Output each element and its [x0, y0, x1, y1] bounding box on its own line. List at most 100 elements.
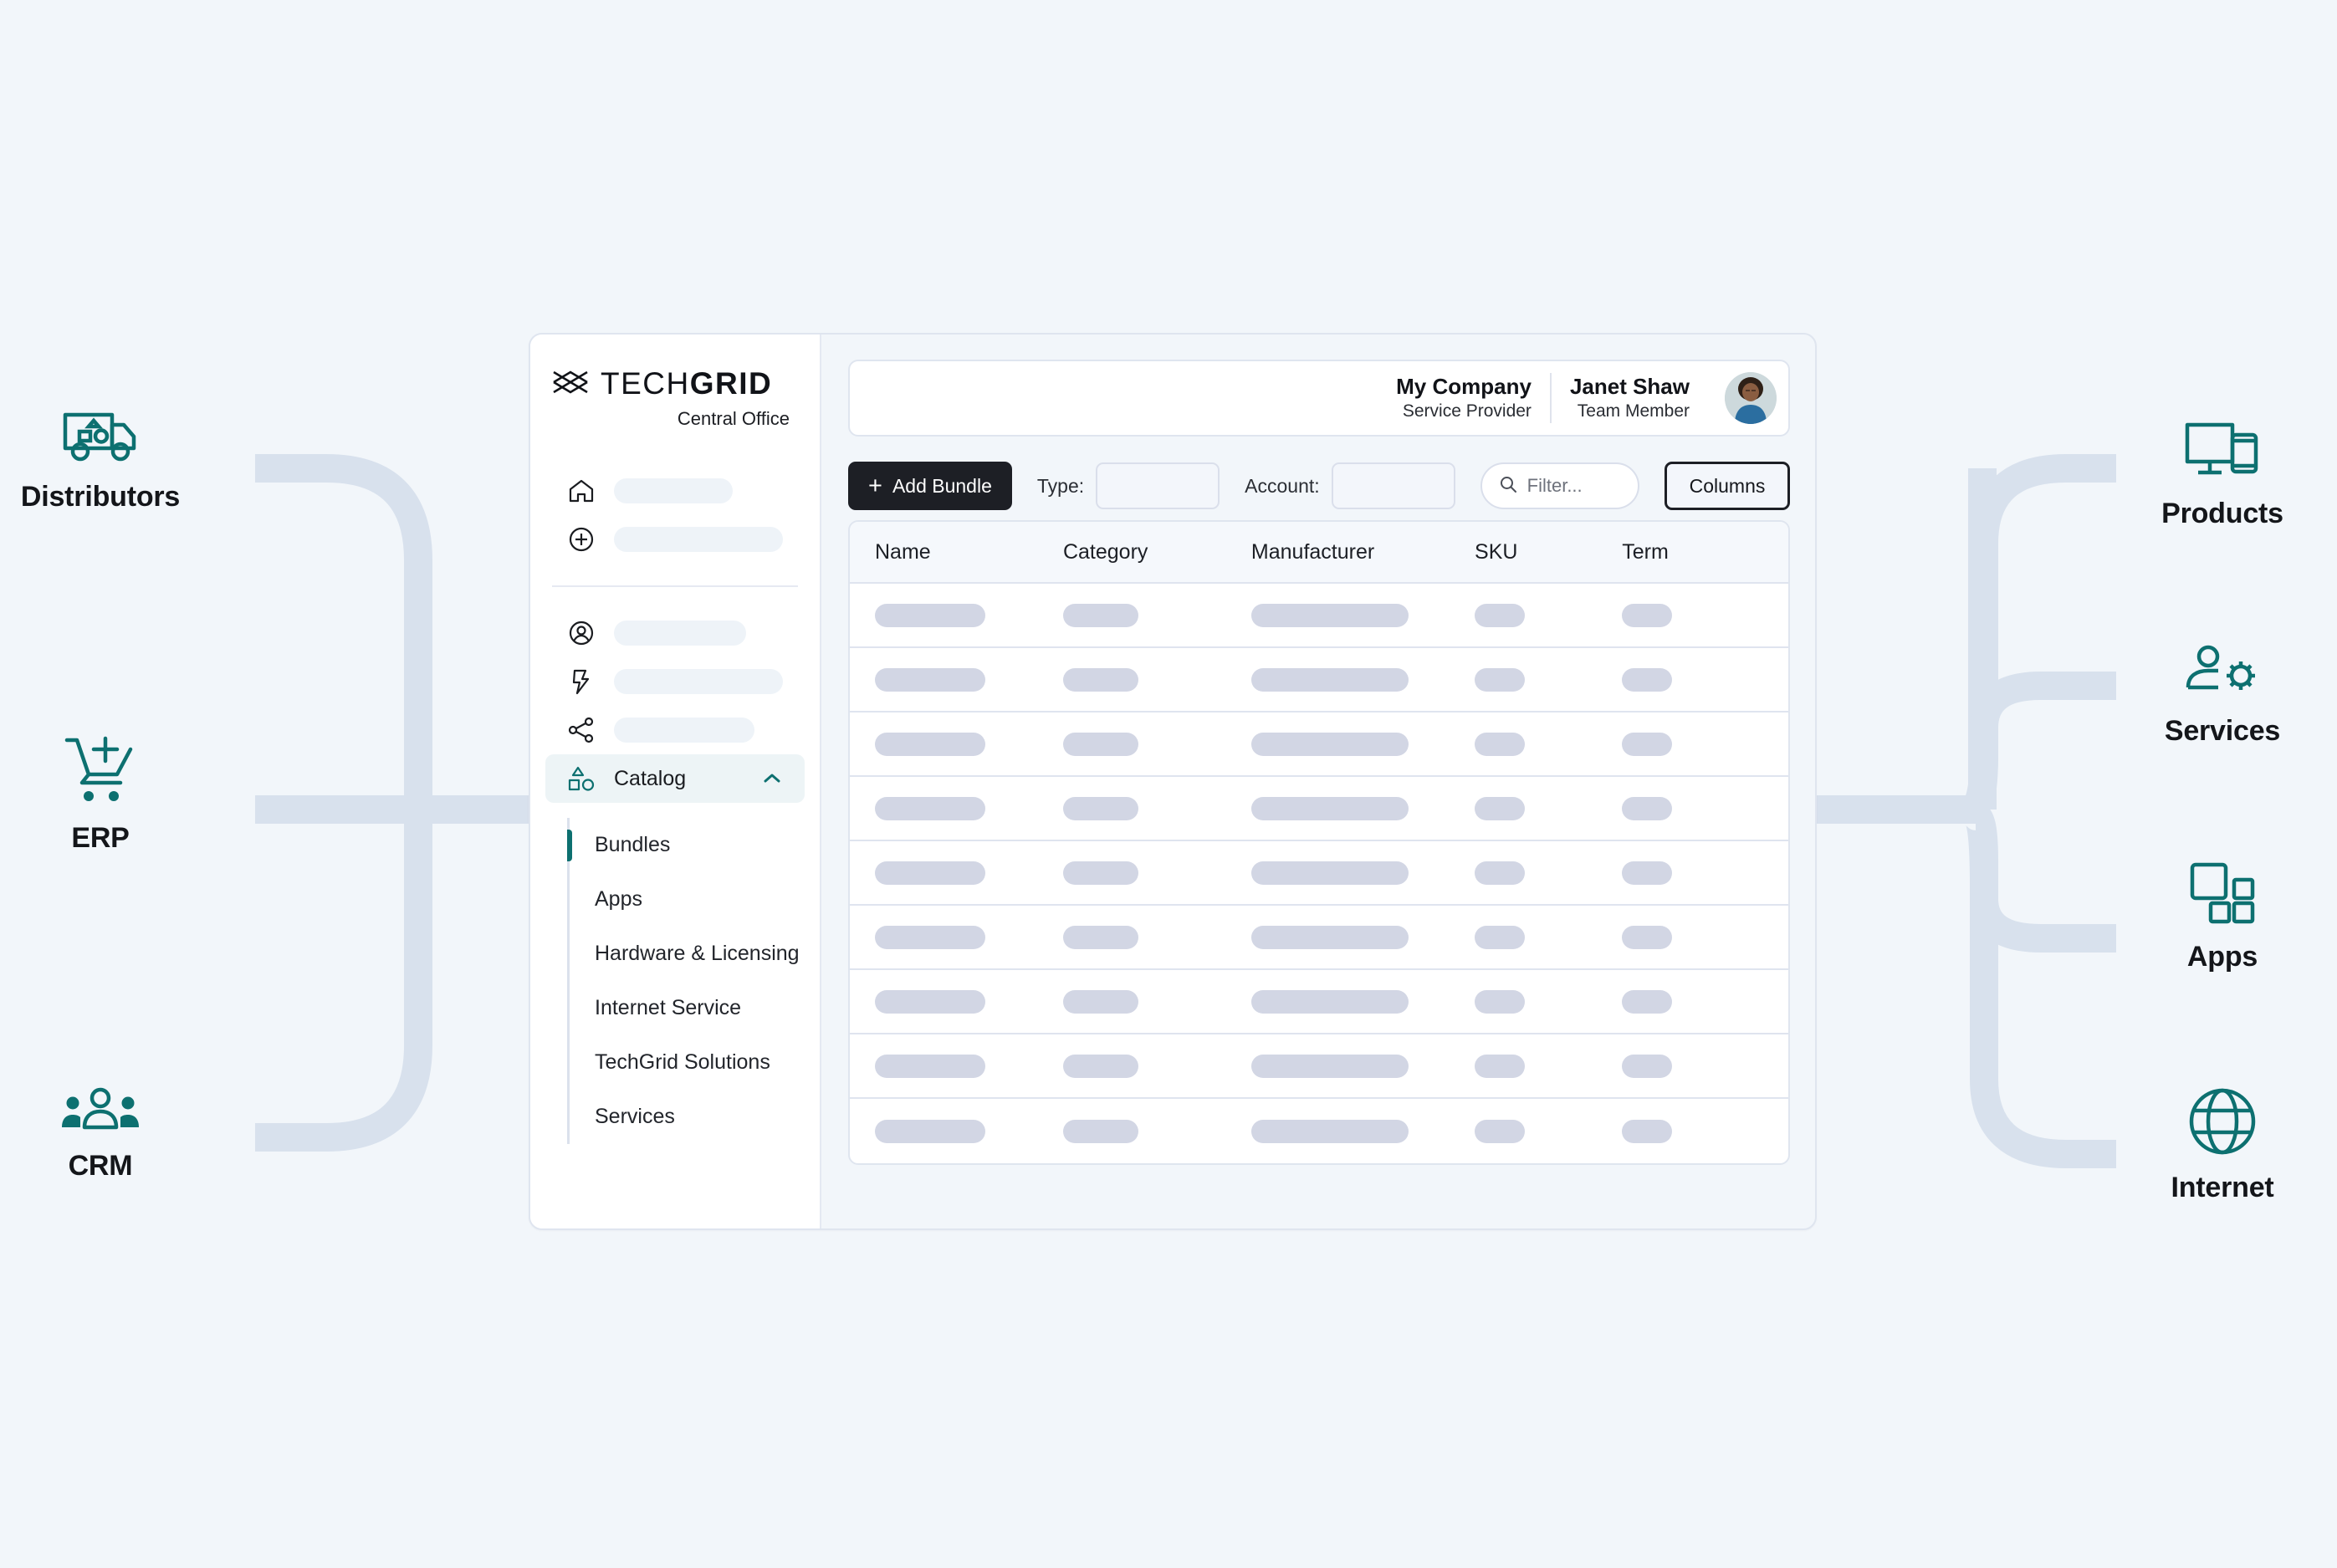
shapes-icon: [567, 764, 596, 793]
cell-manufacturer: [1250, 861, 1475, 885]
loading-placeholder: [1622, 989, 1673, 1014]
loading-placeholder: [1250, 861, 1409, 885]
sidebar-item-label-placeholder: [614, 527, 783, 552]
account-select[interactable]: [1331, 462, 1455, 509]
plus-icon: +: [868, 472, 882, 499]
cell-name: [875, 861, 1063, 885]
table-row[interactable]: [850, 841, 1788, 906]
add-bundle-label: Add Bundle: [892, 474, 992, 497]
flow-node-label: Distributors: [20, 481, 181, 513]
table-row[interactable]: [850, 712, 1788, 777]
sidebar-item-label-placeholder: [614, 621, 746, 646]
loading-placeholder: [1062, 1119, 1138, 1143]
brand-subtitle: Central Office: [677, 408, 790, 429]
brand-name-bold: GRID: [689, 366, 773, 401]
loading-placeholder: [1475, 1054, 1526, 1078]
cell-category: [1062, 796, 1251, 820]
cell-sku: [1475, 1119, 1622, 1143]
column-header-name[interactable]: Name: [875, 540, 1063, 564]
cell-category: [1062, 667, 1251, 692]
loading-placeholder: [1475, 603, 1526, 627]
company-name: My Company: [1396, 374, 1532, 400]
sidebar-subitem-techgrid-solutions[interactable]: TechGrid Solutions: [570, 1035, 820, 1090]
cell-manufacturer: [1250, 1119, 1475, 1143]
column-header-manufacturer[interactable]: Manufacturer: [1251, 540, 1475, 564]
loading-placeholder: [1250, 989, 1409, 1014]
sidebar-subitem-bundles[interactable]: Bundles: [570, 818, 820, 872]
cell-term: [1622, 1119, 1763, 1143]
table-row[interactable]: [850, 1099, 1788, 1163]
loading-placeholder: [1622, 796, 1673, 820]
sidebar-item-add[interactable]: [545, 515, 805, 564]
loading-placeholder: [1622, 925, 1673, 949]
table-row[interactable]: [850, 777, 1788, 841]
column-header-term[interactable]: Term: [1622, 540, 1763, 564]
sidebar-item-account[interactable]: [545, 609, 805, 657]
loading-placeholder: [1475, 667, 1526, 692]
sidebar-subitem-internet-service[interactable]: Internet Service: [570, 981, 820, 1035]
cell-category: [1062, 989, 1251, 1014]
loading-placeholder: [1250, 732, 1409, 756]
loading-placeholder: [875, 667, 985, 692]
company-identity[interactable]: My Company Service Provider: [1378, 374, 1550, 422]
search-icon: [1499, 475, 1517, 498]
sidebar-item-home[interactable]: [545, 467, 805, 515]
techgrid-x-logo-icon: [552, 368, 589, 401]
sidebar-subitem-label: Bundles: [595, 833, 671, 856]
diagram-canvas: Distributors ERP CRM Products Services A…: [0, 0, 2337, 1568]
sidebar-nav: Catalog Bundles Apps Hardware & Licensin…: [530, 467, 820, 1144]
cell-term: [1622, 989, 1763, 1014]
cell-category: [1062, 861, 1251, 885]
sidebar-subitem-label: Internet Service: [595, 996, 742, 1019]
account-circle-icon: [567, 619, 596, 647]
table-row[interactable]: [850, 584, 1788, 648]
table-row[interactable]: [850, 1034, 1788, 1099]
sidebar-item-catalog[interactable]: Catalog: [545, 754, 805, 803]
column-header-category[interactable]: Category: [1063, 540, 1251, 564]
loading-placeholder: [875, 1054, 985, 1078]
cell-term: [1622, 796, 1763, 820]
table-row[interactable]: [850, 648, 1788, 712]
sidebar-subitem-apps[interactable]: Apps: [570, 872, 820, 927]
catalog-subnav: Bundles Apps Hardware & Licensing Intern…: [567, 818, 820, 1144]
table-row[interactable]: [850, 970, 1788, 1034]
flow-node-crm: CRM: [0, 1087, 217, 1182]
cell-category: [1062, 732, 1251, 756]
flow-node-erp: ERP: [0, 734, 217, 855]
cell-category: [1062, 1054, 1251, 1078]
cell-manufacturer: [1250, 925, 1475, 949]
table-row[interactable]: [850, 906, 1788, 970]
avatar[interactable]: [1725, 372, 1777, 424]
loading-placeholder: [1250, 667, 1409, 692]
columns-button[interactable]: Columns: [1665, 462, 1790, 510]
sidebar-subitem-hardware-licensing[interactable]: Hardware & Licensing: [570, 927, 820, 981]
cell-sku: [1475, 861, 1622, 885]
flow-node-label: Internet: [2171, 1172, 2274, 1203]
cell-category: [1062, 603, 1251, 627]
flow-node-label: Apps: [2186, 941, 2258, 973]
columns-label: Columns: [1689, 474, 1766, 497]
loading-placeholder: [1622, 1054, 1673, 1078]
type-select[interactable]: [1096, 462, 1220, 509]
cell-sku: [1475, 925, 1622, 949]
loading-placeholder: [1250, 925, 1409, 949]
user-identity[interactable]: Janet Shaw Team Member: [1552, 374, 1708, 422]
search-input[interactable]: Filter...: [1480, 462, 1639, 509]
plus-circle-icon: [567, 525, 596, 554]
cell-term: [1622, 603, 1763, 627]
home-icon: [567, 477, 596, 505]
sidebar: TECH GRID Central Office Catalog Bundles…: [530, 335, 821, 1228]
chevron-up-icon[interactable]: [761, 768, 783, 789]
cell-name: [875, 989, 1063, 1014]
sidebar-item-share[interactable]: [545, 706, 805, 754]
share-nodes-icon: [567, 716, 596, 744]
flow-node-distributors: Distributors: [0, 410, 217, 513]
sidebar-item-automation[interactable]: [545, 657, 805, 706]
sidebar-subitem-services[interactable]: Services: [570, 1090, 820, 1144]
loading-placeholder: [1062, 796, 1138, 820]
user-name: Janet Shaw: [1569, 374, 1690, 400]
column-header-sku[interactable]: SKU: [1475, 540, 1622, 564]
loading-placeholder: [1062, 925, 1138, 949]
add-bundle-button[interactable]: + Add Bundle: [848, 462, 1012, 510]
sidebar-item-label-placeholder: [614, 718, 754, 743]
